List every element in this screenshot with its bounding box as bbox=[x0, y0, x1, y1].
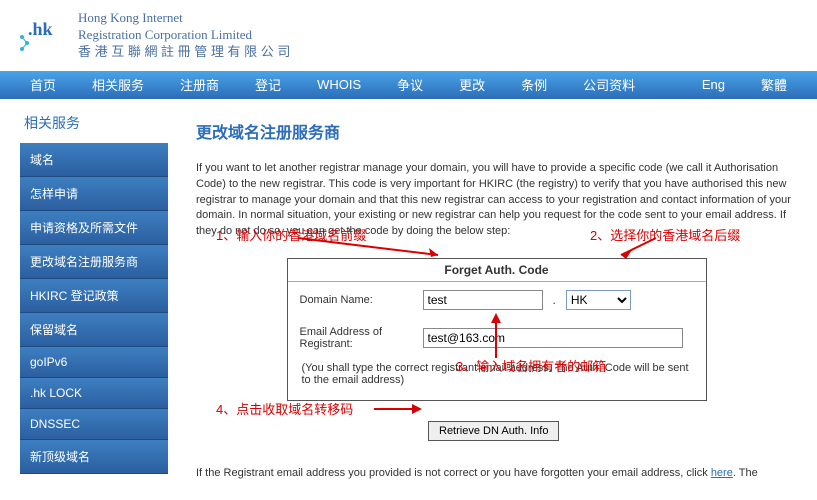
nav-services[interactable]: 相关服务 bbox=[74, 75, 162, 94]
nav-whois[interactable]: WHOIS bbox=[299, 77, 379, 92]
sidebar-item-how[interactable]: 怎样申请 bbox=[20, 177, 168, 211]
footnote-link[interactable]: here bbox=[711, 467, 733, 479]
domain-label: Domain Name: bbox=[300, 294, 415, 306]
sidebar-item-req[interactable]: 申请资格及所需文件 bbox=[20, 211, 168, 245]
logo: .hk Hong Kong Internet Registration Corp… bbox=[20, 10, 290, 61]
header: .hk Hong Kong Internet Registration Corp… bbox=[0, 0, 817, 71]
form-title: Forget Auth. Code bbox=[288, 259, 706, 282]
sidebar-item-policy[interactable]: HKIRC 登记政策 bbox=[20, 279, 168, 313]
logo-en2: Registration Corporation Limited bbox=[78, 27, 290, 44]
logo-zh: 香 港 互 聯 網 註 冊 管 理 有 限 公 司 bbox=[78, 44, 290, 61]
nav-dispute[interactable]: 争议 bbox=[379, 75, 441, 94]
section-title: 相关服务 bbox=[20, 113, 168, 133]
sidebar-item-goipv6[interactable]: goIPv6 bbox=[20, 347, 168, 378]
nav-lang-trad[interactable]: 繁體 bbox=[743, 75, 805, 94]
nav-registrar[interactable]: 注册商 bbox=[162, 75, 237, 94]
annotation-3: 3、输入域名拥有者的邮箱 bbox=[456, 356, 606, 375]
nav-change[interactable]: 更改 bbox=[441, 75, 503, 94]
retrieve-button[interactable]: Retrieve DN Auth. Info bbox=[428, 421, 559, 441]
sidebar-item-change[interactable]: 更改域名注册服务商 bbox=[20, 245, 168, 279]
nav-company[interactable]: 公司资料 bbox=[565, 75, 653, 94]
sidebar-item-hklock[interactable]: .hk LOCK bbox=[20, 378, 168, 409]
annotation-1: 1、输入你的香港域名前缀 bbox=[216, 225, 366, 244]
footnote-post: . The bbox=[733, 467, 758, 479]
top-nav: 首页 相关服务 注册商 登记 WHOIS 争议 更改 条例 公司资料 Eng 繁… bbox=[0, 71, 817, 99]
logo-en1: Hong Kong Internet bbox=[78, 10, 290, 27]
sidebar-item-newtld[interactable]: 新顶级域名 bbox=[20, 440, 168, 474]
footnote-pre: If the Registrant email address you prov… bbox=[196, 467, 711, 479]
email-label: Email Address of Registrant: bbox=[300, 326, 415, 350]
nav-rules[interactable]: 条例 bbox=[503, 75, 565, 94]
page-title: 更改域名注册服务商 bbox=[196, 119, 797, 143]
sidebar-item-domain[interactable]: 域名 bbox=[20, 143, 168, 177]
main-content: 更改域名注册服务商 If you want to let another reg… bbox=[196, 113, 797, 480]
nav-register[interactable]: 登记 bbox=[237, 75, 299, 94]
sidebar: 域名 怎样申请 申请资格及所需文件 更改域名注册服务商 HKIRC 登记政策 保… bbox=[20, 143, 168, 474]
footnote: If the Registrant email address you prov… bbox=[196, 467, 797, 479]
logo-icon: .hk bbox=[20, 15, 70, 55]
logo-text: Hong Kong Internet Registration Corporat… bbox=[78, 10, 290, 61]
email-input[interactable] bbox=[423, 328, 683, 348]
domain-input[interactable] bbox=[423, 290, 543, 310]
annotation-2: 2、选择你的香港域名后缀 bbox=[590, 225, 740, 244]
sidebar-item-reserved[interactable]: 保留域名 bbox=[20, 313, 168, 347]
nav-home[interactable]: 首页 bbox=[12, 75, 74, 94]
svg-text:.hk: .hk bbox=[28, 19, 53, 39]
suffix-select[interactable]: HK bbox=[566, 290, 631, 310]
arrow-4-icon bbox=[374, 403, 424, 415]
auth-code-form: Forget Auth. Code Domain Name: . HK Emai… bbox=[287, 258, 707, 401]
annotation-4: 4、点击收取域名转移码 bbox=[216, 399, 353, 418]
domain-dot: . bbox=[551, 293, 558, 307]
sidebar-item-dnssec[interactable]: DNSSEC bbox=[20, 409, 168, 440]
nav-lang-eng[interactable]: Eng bbox=[684, 77, 743, 92]
